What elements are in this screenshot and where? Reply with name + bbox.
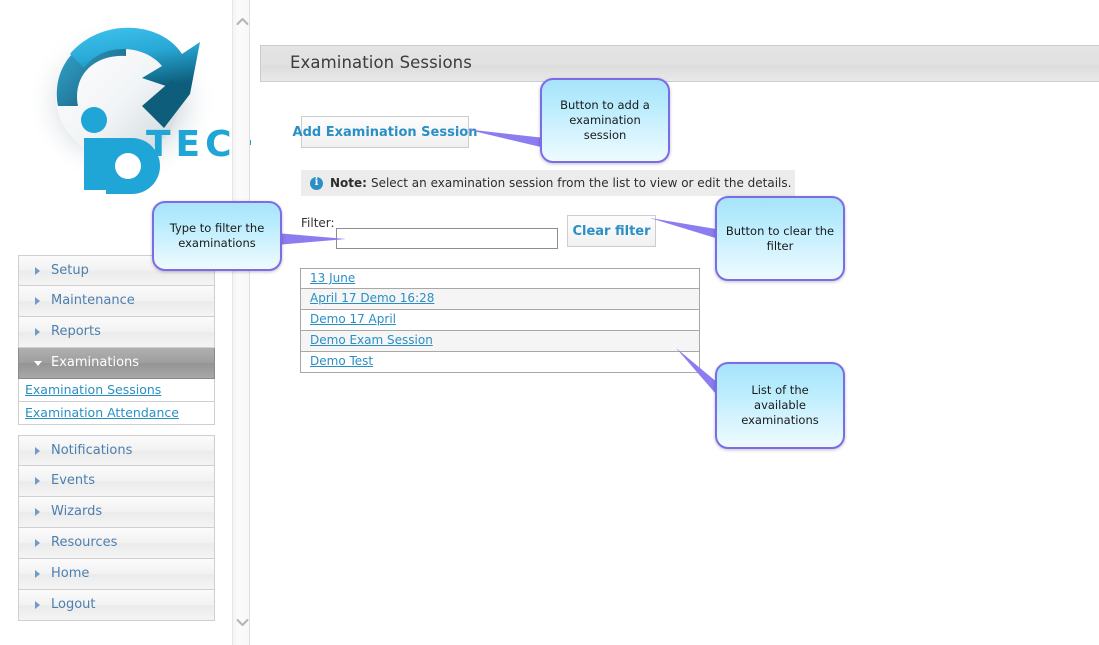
- sidebar-item-notifications[interactable]: Notifications: [18, 435, 215, 466]
- sidebar-item-wizards[interactable]: Wizards: [18, 497, 215, 528]
- chevron-right-icon: [35, 477, 40, 485]
- chevron-right-icon: [35, 508, 40, 516]
- main-content: Examination Sessions Add Examination Ses…: [251, 0, 1099, 645]
- callout-session-list: List of the available examinations: [715, 362, 845, 449]
- chevron-right-icon: [35, 297, 40, 305]
- sidebar-item-label: Wizards: [51, 504, 103, 519]
- page-scrollbar[interactable]: [232, 0, 250, 645]
- chevron-right-icon: [35, 601, 40, 609]
- callout-tail-add: [465, 122, 545, 152]
- filter-label: Filter:: [301, 216, 335, 230]
- list-item[interactable]: 13 June: [300, 268, 700, 289]
- page-title: Examination Sessions: [290, 53, 472, 72]
- callout-tail-filter: [276, 231, 346, 257]
- sidebar-item-label: Setup: [51, 263, 89, 278]
- sidebar-item-events[interactable]: Events: [18, 466, 215, 497]
- list-item[interactable]: Demo Exam Session: [300, 331, 700, 352]
- callout-tail-clear: [650, 216, 722, 242]
- sidebar-item-examinations[interactable]: Examinations: [18, 348, 215, 379]
- left-column: TECH Setup Maintenance Reports Examinati…: [0, 0, 254, 645]
- chevron-right-icon: [35, 446, 40, 455]
- callout-clear-filter: Button to clear the filter: [715, 196, 845, 281]
- chevron-up-icon[interactable]: [233, 10, 251, 32]
- sidebar-subitem-examination-attendance[interactable]: Examination Attendance: [18, 402, 215, 425]
- sidebar-subitem-link[interactable]: Examination Sessions: [25, 382, 161, 397]
- sidebar-item-label: Examinations: [51, 355, 140, 370]
- list-item[interactable]: April 17 Demo 16:28: [300, 289, 700, 310]
- sidebar-item-label: Logout: [51, 597, 96, 612]
- chevron-right-icon: [35, 570, 40, 578]
- sidebar-item-home[interactable]: Home: [18, 559, 215, 590]
- info-icon: i: [310, 176, 323, 190]
- note-bar: i Note: Select an examination session fr…: [301, 170, 795, 196]
- note-prefix: Note:: [330, 176, 367, 190]
- session-link[interactable]: Demo 17 April: [310, 312, 396, 326]
- sidebar-item-resources[interactable]: Resources: [18, 528, 215, 559]
- chevron-down-icon: [34, 361, 42, 366]
- company-logo: TECH: [14, 10, 254, 200]
- session-link[interactable]: Demo Exam Session: [310, 333, 433, 347]
- sidebar-item-label: Maintenance: [51, 293, 135, 308]
- sidebar-item-reports[interactable]: Reports: [18, 317, 215, 348]
- filter-input[interactable]: [336, 228, 558, 249]
- session-link[interactable]: April 17 Demo 16:28: [310, 291, 434, 305]
- chevron-right-icon: [35, 266, 40, 275]
- sidebar-item-label: Events: [51, 473, 96, 488]
- list-item[interactable]: Demo 17 April: [300, 310, 700, 331]
- sidebar-item-maintenance[interactable]: Maintenance: [18, 286, 215, 317]
- sidebar-item-logout[interactable]: Logout: [18, 590, 215, 621]
- sidebar-nav: Setup Maintenance Reports Examinations E…: [18, 255, 215, 621]
- sidebar-subitem-link[interactable]: Examination Attendance: [25, 405, 179, 420]
- callout-add-button: Button to add a examination session: [540, 78, 670, 163]
- sidebar-item-label: Home: [51, 566, 90, 581]
- session-link[interactable]: 13 June: [310, 271, 355, 285]
- callout-filter-input: Type to filter the examinations: [152, 201, 282, 271]
- session-link[interactable]: Demo Test: [310, 354, 373, 368]
- chevron-right-icon: [35, 539, 40, 547]
- clear-filter-button[interactable]: Clear filter: [567, 215, 656, 247]
- add-examination-session-button[interactable]: Add Examination Session: [293, 116, 477, 148]
- list-item[interactable]: Demo Test: [300, 352, 700, 373]
- note-text: Select an examination session from the l…: [370, 176, 792, 190]
- chevron-right-icon: [35, 328, 40, 336]
- sidebar-item-label: Reports: [51, 324, 101, 339]
- chevron-down-icon[interactable]: [233, 611, 251, 633]
- examination-session-list: 13 June April 17 Demo 16:28 Demo 17 Apri…: [300, 268, 700, 373]
- sidebar-subitem-examination-sessions[interactable]: Examination Sessions: [18, 379, 215, 402]
- sidebar-item-label: Notifications: [51, 443, 133, 458]
- sidebar-item-label: Resources: [51, 535, 118, 550]
